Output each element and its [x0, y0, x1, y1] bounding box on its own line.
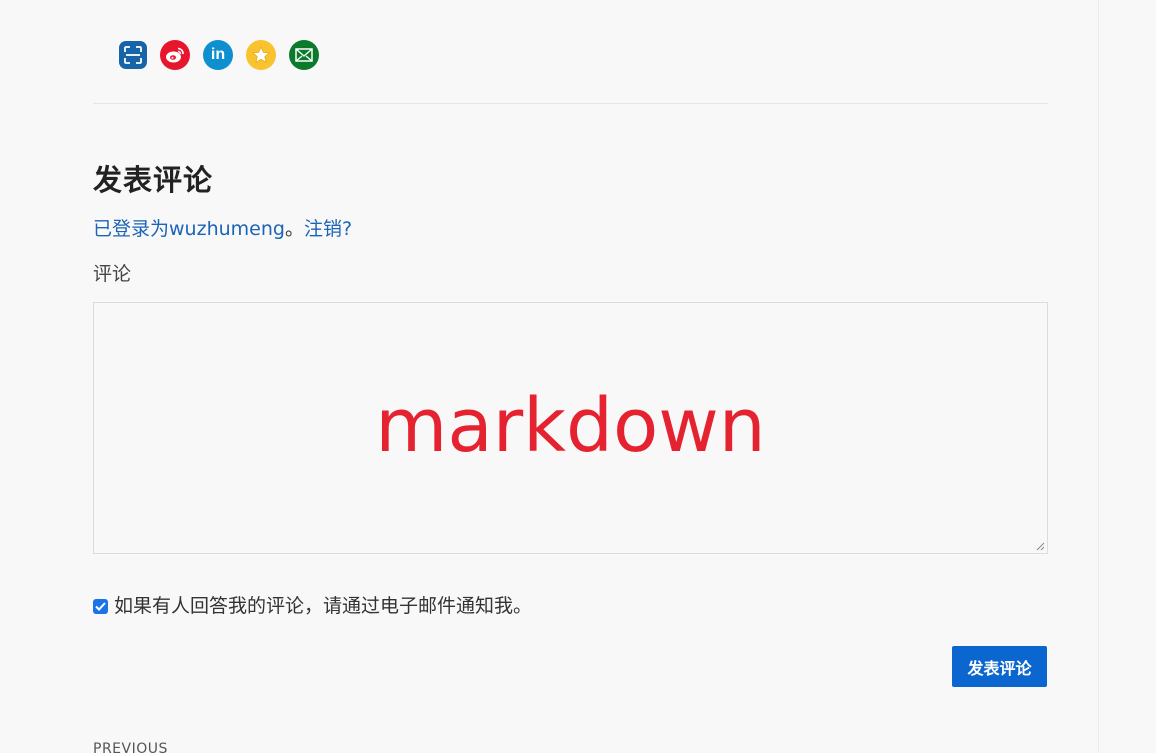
- mail-icon: [295, 48, 313, 62]
- comment-textarea[interactable]: markdown: [93, 302, 1048, 554]
- profile-link[interactable]: 已登录为wuzhumeng: [93, 218, 285, 240]
- logged-in-as: 已登录为wuzhumeng。注销?: [93, 215, 352, 243]
- share-email-button[interactable]: [289, 40, 319, 70]
- share-weibo-button[interactable]: [160, 40, 190, 70]
- star-icon: [251, 46, 271, 64]
- username: wuzhumeng: [169, 218, 285, 240]
- notify-label[interactable]: 如果有人回答我的评论，请通过电子邮件通知我。: [114, 592, 532, 620]
- content-right-border: [1098, 0, 1099, 753]
- comment-label: 评论: [93, 263, 132, 285]
- logout-link[interactable]: 注销?: [304, 218, 352, 240]
- linkedin-icon: in: [210, 46, 226, 63]
- logged-in-separator: 。: [284, 218, 304, 240]
- share-linkedin-button[interactable]: in: [203, 40, 233, 70]
- share-buttons: in: [119, 40, 319, 70]
- notify-option: 如果有人回答我的评论，请通过电子邮件通知我。: [93, 592, 532, 620]
- share-qr-button[interactable]: [119, 41, 147, 69]
- weibo-icon: [166, 47, 184, 63]
- logged-in-prefix: 已登录为: [93, 218, 170, 240]
- resize-handle-icon[interactable]: [1035, 541, 1045, 551]
- previous-post-label[interactable]: PREVIOUS: [93, 741, 168, 753]
- submit-comment-button[interactable]: 发表评论: [952, 646, 1047, 687]
- notify-checkbox[interactable]: [93, 598, 108, 614]
- share-favorite-button[interactable]: [246, 40, 276, 70]
- qr-scan-icon: [124, 46, 142, 64]
- comment-form-heading: 发表评论: [93, 163, 214, 197]
- checkmark-icon: [95, 601, 106, 611]
- section-divider: [93, 103, 1048, 104]
- comment-text-value: markdown: [375, 383, 766, 469]
